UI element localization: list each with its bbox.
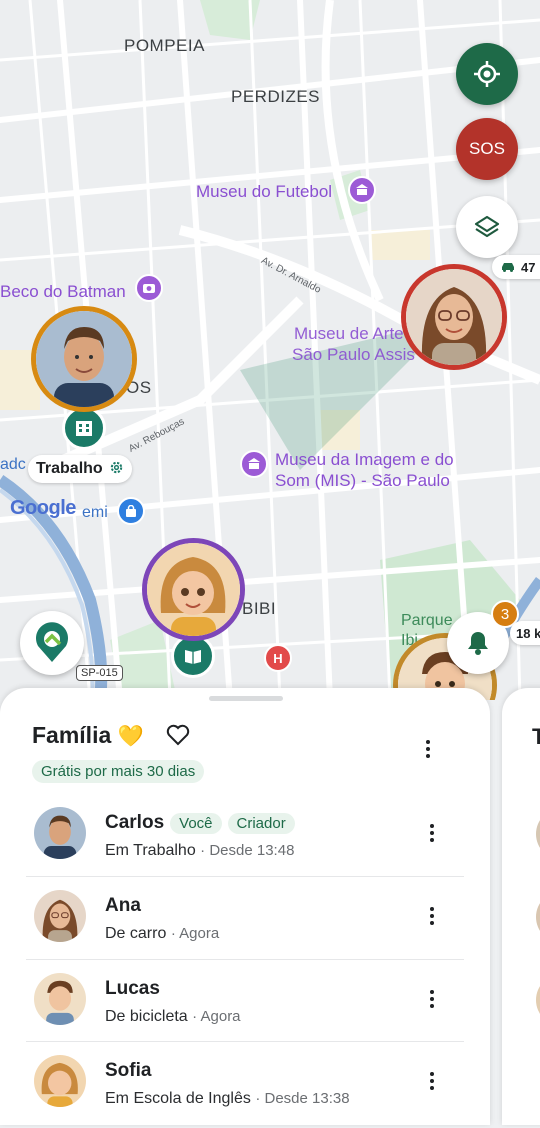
member-name-row: Sofia — [105, 1060, 151, 1082]
car-distance-value: 47 — [521, 259, 536, 275]
avatar — [34, 973, 86, 1025]
trial-badge: Grátis por mais 30 dias — [32, 760, 205, 783]
member-status-time: Agora — [179, 925, 220, 942]
member-name-row: Carlos Você Criador — [105, 812, 295, 834]
member-row-lucas[interactable]: Lucas De bicicleta · Agora — [26, 964, 466, 1046]
member-status-time: Desde 13:38 — [264, 1090, 350, 1107]
member-row-sofia[interactable]: Sofia Em Escola de Inglês · Desde 13:38 — [26, 1046, 466, 1128]
road-shield: SP-015 — [76, 665, 123, 681]
member-status-text: Em Trabalho — [105, 842, 196, 859]
avatar-pin-carlos[interactable] — [31, 306, 137, 412]
work-building-pin-icon[interactable] — [62, 406, 106, 450]
poi-label-mis-2[interactable]: Som (MIS) - São Paulo — [275, 470, 450, 491]
sos-label: SOS — [469, 139, 505, 158]
group-title: Família — [32, 722, 112, 748]
member-name: Sofia — [105, 1060, 152, 1081]
poi-label-museu-arte-2[interactable]: São Paulo Assis — [292, 344, 415, 365]
trial-badge-label: Grátis por mais 30 dias — [32, 760, 205, 783]
bell-icon — [468, 632, 488, 655]
favorite-heart-icon[interactable] — [166, 724, 190, 750]
gear-icon — [109, 460, 124, 479]
avatar-pin-ana[interactable] — [401, 264, 507, 370]
museum-pin-icon[interactable] — [348, 176, 376, 204]
crosshair-icon — [474, 61, 500, 87]
layers-icon — [474, 215, 500, 238]
group-title-row: Família 💛 — [32, 722, 144, 749]
photo-pin-icon[interactable] — [135, 274, 163, 302]
hospital-pin-icon[interactable]: H — [264, 644, 292, 672]
avatar — [34, 807, 86, 859]
member-more-options-icon[interactable] — [422, 901, 442, 931]
member-status-text: Em Escola de Inglês — [105, 1090, 251, 1107]
poi-label-parque-1[interactable]: Parque — [401, 612, 453, 630]
family-sheet[interactable]: Família 💛 Grátis por mais 30 dias Carlos… — [0, 688, 490, 1125]
avatar-pin-sofia[interactable] — [142, 538, 245, 641]
yellow-heart-emoji: 💛 — [117, 725, 144, 748]
member-name-row: Lucas — [105, 978, 160, 1000]
area-label-perdizes: PERDIZES — [231, 87, 321, 106]
member-name: Carlos — [105, 812, 165, 833]
avatar — [34, 1055, 86, 1107]
area-label-pompeia: POMPEIA — [124, 36, 205, 55]
locate-me-button[interactable] — [456, 43, 518, 105]
group-more-options-icon[interactable] — [418, 736, 438, 762]
google-logo: Google — [10, 497, 76, 519]
avatar-carlos-image — [36, 311, 132, 407]
member-name: Ana — [105, 895, 141, 916]
member-row-carlos[interactable]: Carlos Você Criador Em Trabalho · Desde … — [26, 798, 466, 880]
member-status-text: De carro — [105, 925, 167, 942]
member-more-options-icon[interactable] — [422, 1066, 442, 1096]
member-status-text: De bicicleta — [105, 1008, 188, 1025]
avatar-sofia-image — [147, 543, 240, 636]
poi-label-adc[interactable]: adc — [0, 456, 26, 474]
member-more-options-icon[interactable] — [422, 818, 442, 848]
member-name-row: Ana — [105, 895, 141, 917]
poi-label-mis-1[interactable]: Museu da Imagem e do — [275, 449, 454, 470]
poi-label-emi[interactable]: emi — [82, 504, 108, 522]
museum-pin-icon-2[interactable] — [240, 450, 268, 478]
place-chip-trabalho[interactable]: Trabalho — [28, 455, 132, 483]
divider — [26, 959, 464, 960]
member-status: Em Trabalho · Desde 13:48 — [105, 842, 295, 859]
poi-label-beco-batman[interactable]: Beco do Batman — [0, 281, 126, 302]
member-name: Lucas — [105, 978, 160, 999]
divider — [26, 876, 464, 877]
avatar — [536, 891, 540, 943]
avatar — [536, 808, 540, 860]
avatar — [34, 890, 86, 942]
bike-distance-chip[interactable]: 18 k — [510, 621, 540, 645]
car-distance-chip[interactable]: 47 — [492, 255, 540, 279]
poi-label-museu-arte-1[interactable]: Museu de Arte — [294, 323, 404, 344]
next-group-sheet[interactable]: T — [502, 688, 540, 1125]
member-status-time: Agora — [200, 1008, 241, 1025]
avatar-ana-image — [406, 269, 502, 365]
map-layers-button[interactable] — [456, 196, 518, 258]
bike-distance-value: 18 k — [516, 625, 540, 641]
area-label-bibi: BIBI — [242, 599, 277, 618]
tag-creator: Criador — [227, 812, 295, 834]
avatar — [536, 974, 540, 1026]
member-row-ana[interactable]: Ana De carro · Agora — [26, 881, 466, 963]
next-group-title: T — [532, 724, 540, 749]
shopping-pin-icon[interactable] — [117, 497, 145, 525]
member-status: Em Escola de Inglês · Desde 13:38 — [105, 1090, 350, 1107]
poi-label-museu-futebol[interactable]: Museu do Futebol — [196, 181, 332, 202]
member-status: De carro · Agora — [105, 925, 220, 942]
place-chip-label: Trabalho — [36, 460, 103, 477]
sheet-drag-handle[interactable] — [209, 696, 283, 701]
app-home-button[interactable] — [20, 611, 84, 675]
sos-button[interactable]: SOS — [456, 118, 518, 180]
member-status-time: Desde 13:48 — [209, 842, 295, 859]
tag-you: Você — [170, 812, 222, 834]
member-status: De bicicleta · Agora — [105, 1008, 241, 1025]
divider — [26, 1041, 464, 1042]
map-view[interactable]: POMPEIA PERDIZES BIBI OS Av. Dr. Arnaldo… — [0, 0, 540, 700]
car-icon — [502, 263, 514, 272]
member-more-options-icon[interactable] — [422, 984, 442, 1014]
app-logo-icon — [36, 622, 68, 662]
